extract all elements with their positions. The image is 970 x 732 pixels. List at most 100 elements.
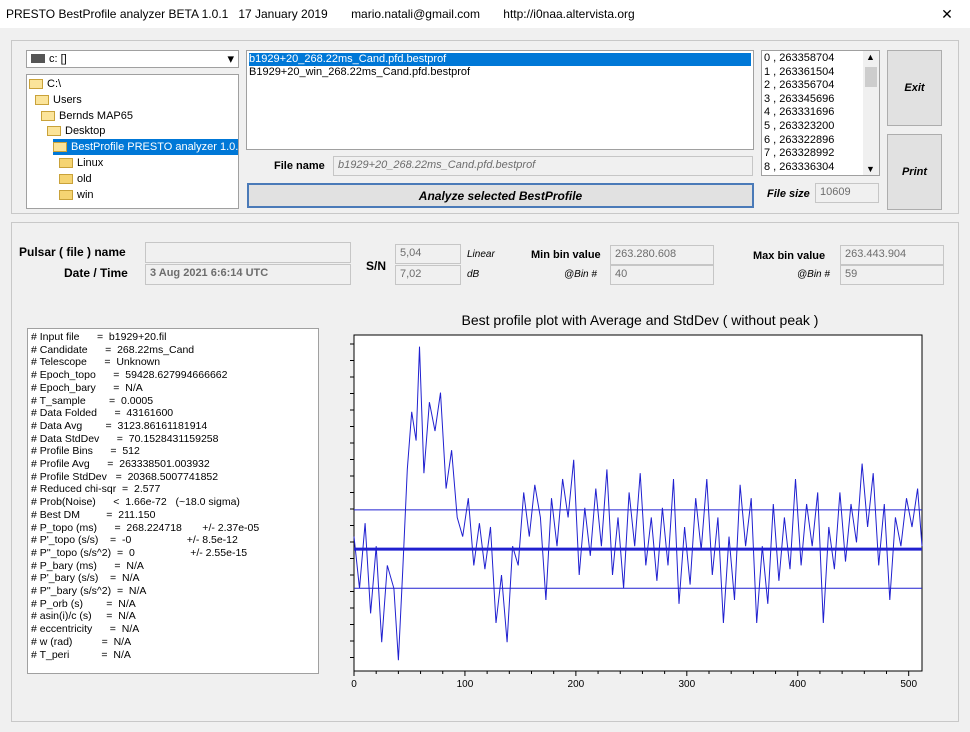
- snr-linear-unit: Linear: [467, 249, 495, 260]
- scroll-thumb[interactable]: [865, 67, 877, 87]
- snr-db-unit: dB: [467, 269, 480, 280]
- header-line: # Data Avg = 3123.86161181914: [31, 419, 208, 432]
- tree-item-label: old: [77, 172, 92, 185]
- pulsar-name-label: Pulsar ( file ) name: [19, 245, 126, 259]
- folder-open-icon: [47, 126, 61, 137]
- bin-list-item[interactable]: 1 , 263361504: [764, 66, 861, 79]
- header-line: # eccentricity = N/A: [31, 623, 140, 636]
- bin-list-item[interactable]: 6 , 263322896: [764, 134, 861, 147]
- drive-icon: [31, 54, 45, 63]
- header-line: # Telescope = Unknown: [31, 356, 161, 369]
- min-bin-index-label: @Bin #: [564, 269, 597, 280]
- max-bin-index-label: @Bin #: [797, 269, 830, 280]
- file-list-item[interactable]: B1929+20_win_268.22ms_Cand.pfd.bestprof: [249, 66, 751, 79]
- bin-list-item[interactable]: 4 , 263331696: [764, 106, 861, 119]
- x-tick-label: 400: [789, 679, 806, 690]
- folder-open-icon: [29, 79, 43, 90]
- header-line: # T_peri = N/A: [31, 648, 131, 661]
- tree-item-label: win: [77, 188, 94, 201]
- tree-item[interactable]: Linux: [59, 155, 103, 171]
- file-name-label: File name: [274, 160, 325, 172]
- profile-chart: 0 100 200 300 400 500 Best profile plot with A…: [350, 312, 923, 690]
- file-name-field[interactable]: b1929+20_268.22ms_Cand.pfd.bestprof: [333, 156, 753, 176]
- date-time-label: Date / Time: [64, 266, 128, 280]
- max-bin-value-field: 263.443.904: [840, 245, 944, 265]
- chevron-down-icon[interactable]: ▾: [227, 51, 234, 67]
- bestprof-header-text[interactable]: # Input file = b1929+20.fil # Candidate =…: [27, 328, 319, 674]
- header-line: # w (rad) = N/A: [31, 635, 132, 648]
- scrollbar[interactable]: ▲ ▼: [863, 51, 879, 175]
- snr-db-field: 7,02: [395, 265, 461, 285]
- min-bin-label: Min bin value: [531, 249, 601, 261]
- x-tick-label: 200: [568, 679, 585, 690]
- print-button[interactable]: Print: [887, 134, 942, 210]
- folder-open-icon: [53, 142, 67, 153]
- analyze-button[interactable]: Analyze selected BestProfile: [247, 183, 754, 208]
- folder-tree[interactable]: C:\ Users Bernds MAP65 Desktop BestProfile P…: [26, 74, 239, 209]
- header-line: # P_topo (ms) = 268.224718 +/- 2.37e-05: [31, 521, 260, 534]
- header-line: # Data StdDev = 70.1528431159258: [31, 432, 219, 445]
- tree-item[interactable]: BestProfile PRESTO analyzer 1.0.1.e: [53, 139, 239, 156]
- header-line: # Profile Bins = 512: [31, 445, 140, 458]
- file-size-label: File size: [767, 188, 810, 200]
- tree-item-label: Users: [53, 93, 82, 106]
- file-list[interactable]: b1929+20_268.22ms_Cand.pfd.bestprof B1929…: [246, 50, 754, 150]
- bin-values-list[interactable]: ▲ ▼ 0 , 263358704 1 , 263361504 2 , 263356…: [761, 50, 880, 176]
- header-line: # Data Folded = 43161600: [31, 407, 174, 420]
- header-line: # Best DM = 211.150: [31, 508, 156, 521]
- tree-item[interactable]: C:\: [29, 76, 61, 92]
- header-line: # Input file = b1929+20.fil: [31, 331, 167, 343]
- x-tick-label: 500: [900, 679, 917, 690]
- close-window-button[interactable]: ✕: [924, 0, 970, 28]
- tree-item[interactable]: Desktop: [47, 123, 105, 139]
- bin-list-item[interactable]: 0 , 263358704: [764, 52, 861, 65]
- header-line: # P'_topo (s/s) = -0 +/- 8.5e-12: [31, 534, 238, 547]
- header-line: # Profile StdDev = 20368.5007741852: [31, 470, 219, 483]
- folder-icon: [59, 158, 73, 169]
- header-line: # T_sample = 0.0005: [31, 394, 154, 407]
- tree-item-label: Bernds MAP65: [59, 109, 133, 122]
- header-line: # asin(i)/c (s) = N/A: [31, 610, 136, 623]
- min-bin-index-field: 40: [610, 265, 714, 285]
- bin-list-item[interactable]: 9 , 263339904: [764, 174, 861, 175]
- folder-icon: [59, 173, 73, 184]
- snr-linear-field: 5,04: [395, 244, 461, 264]
- x-tick-label: 0: [351, 679, 357, 690]
- header-line: # P''_topo (s/s^2) = 0 +/- 2.55e-15: [31, 546, 248, 559]
- scroll-up-icon[interactable]: ▲: [866, 52, 875, 62]
- file-size-field: 10609: [815, 183, 879, 203]
- bin-list-item[interactable]: 5 , 263323200: [764, 120, 861, 133]
- header-line: # P'_bary (s/s) = N/A: [31, 572, 140, 585]
- header-line: # Epoch_bary = N/A: [31, 381, 143, 394]
- scroll-down-icon[interactable]: ▼: [866, 164, 875, 174]
- bin-list-item[interactable]: 8 , 263336304: [764, 161, 861, 174]
- file-list-item[interactable]: b1929+20_268.22ms_Cand.pfd.bestprof: [249, 53, 751, 66]
- header-line: # Prob(Noise) < 1.66e-72 (~18.0 sigma): [31, 496, 240, 509]
- bin-list-item[interactable]: 3 , 263345696: [764, 93, 861, 106]
- tree-item[interactable]: old: [59, 171, 92, 187]
- drive-value: c: []: [49, 53, 67, 65]
- bin-list-item[interactable]: 7 , 263328992: [764, 147, 861, 160]
- header-line: # P_bary (ms) = N/A: [31, 559, 144, 572]
- header-line: # Epoch_topo = 59428.627994666662: [31, 369, 228, 382]
- date-time-field: 3 Aug 2021 6:6:14 UTC: [145, 264, 351, 285]
- min-bin-value-field: 263.280.608: [610, 245, 714, 265]
- max-bin-index-field: 59: [840, 265, 944, 285]
- chart-title: Best profile plot with Average and StdDe…: [462, 312, 819, 328]
- tree-item-label: BestProfile PRESTO analyzer 1.0.1.e: [71, 141, 239, 154]
- folder-open-icon: [41, 110, 55, 121]
- header-line: # Candidate = 268.22ms_Cand: [31, 343, 195, 356]
- tree-item[interactable]: Users: [35, 92, 82, 108]
- header-line: # Reduced chi-sqr = 2.577: [31, 483, 161, 496]
- tree-item[interactable]: win: [59, 187, 94, 203]
- folder-open-icon: [35, 94, 49, 105]
- x-tick-label: 100: [457, 679, 474, 690]
- title-bar: PRESTO BestProfile analyzer BETA 1.0.1 1…: [0, 0, 970, 28]
- bin-list-item[interactable]: 2 , 263356704: [764, 79, 861, 92]
- tree-item[interactable]: Bernds MAP65: [41, 108, 133, 124]
- header-line: # Profile Avg = 263338501.003932: [31, 458, 210, 471]
- tree-item-label: Desktop: [65, 125, 106, 138]
- header-line: # P''_bary (s/s^2) = N/A: [31, 585, 147, 598]
- drive-select[interactable]: c: [] ▾: [26, 50, 239, 68]
- exit-button[interactable]: Exit: [887, 50, 942, 126]
